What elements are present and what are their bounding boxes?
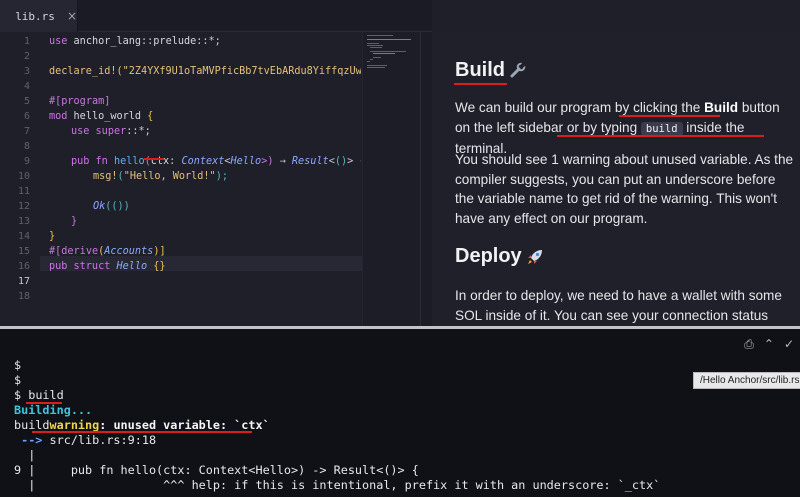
build-inline-code: build — [640, 121, 683, 136]
collapse-icon[interactable]: ⌃ — [764, 337, 774, 351]
terminal-line: | — [14, 448, 36, 462]
code-editor[interactable]: 1 2 3 4 5 6 7 8 9 10 11 12 13 14 15 16 17 18 use anchor_l… — [0, 32, 432, 326]
code-line-9: pub fn hello(ctx: Context<Hello>) → Resu… — [71, 156, 361, 167]
code-line-5: #[program] — [49, 96, 111, 107]
line-number: 13 — [17, 216, 30, 227]
code-line-6: mod hello_world { — [49, 111, 154, 122]
build-heading-underline — [454, 83, 507, 85]
line-number: 15 — [17, 246, 30, 257]
line-number: 4 — [23, 81, 30, 92]
deploy-heading: Deploy — [455, 245, 544, 268]
terminal-panel[interactable]: ⎙ ⌃ ✓ $ $ $ build Building... buildwarni… — [0, 329, 800, 497]
terminal-line: 9 | pub fn hello(ctx: Context<Hello>) ->… — [14, 463, 419, 477]
terminal-line: Building... — [14, 403, 93, 417]
editor-scrollbar[interactable] — [420, 32, 432, 326]
typing-build-underline — [557, 135, 764, 137]
code-area[interactable]: use anchor_lang::prelude::*; declare_id!… — [49, 32, 361, 326]
tab-lib-rs[interactable]: lib.rs × — [0, 0, 78, 32]
line-number: 9 — [23, 156, 30, 167]
wrench-icon — [510, 62, 526, 78]
line-number: 5 — [23, 96, 30, 107]
line-number: 16 — [17, 261, 30, 272]
deploy-paragraph: In order to deploy, we need to have a wa… — [455, 288, 782, 328]
terminal-line: $ — [14, 373, 22, 387]
code-line-17: pub struct Hello {} — [49, 261, 166, 272]
editor-tab-bar: lib.rs × — [0, 0, 432, 32]
terminal-line: $ build — [14, 388, 64, 402]
line-number: 6 — [23, 111, 30, 122]
code-line-7: use super::*; — [71, 126, 151, 137]
line-number: 17 — [17, 276, 30, 287]
rocket-icon — [527, 249, 542, 264]
close-icon[interactable]: × — [67, 9, 77, 23]
terminal-toolbar: ⎙ ⌃ ✓ — [730, 333, 800, 355]
build-heading: Build — [455, 59, 526, 82]
line-number: 18 — [17, 291, 30, 302]
ctx-underline-annotation — [144, 158, 164, 160]
code-line-10: msg!("Hello, World!"); — [93, 171, 228, 182]
line-number: 11 — [17, 186, 30, 197]
tab-label: lib.rs — [15, 9, 55, 23]
code-line-1: use anchor_lang::prelude::*; — [49, 36, 221, 47]
code-line-13: } — [71, 216, 78, 227]
terminal-line: $ — [14, 358, 22, 372]
line-number: 8 — [23, 141, 30, 152]
line-number: 12 — [17, 201, 30, 212]
line-number: 1 — [23, 36, 30, 47]
code-line-3: declare_id!("2Z4YXf9U1oTaMVPficBb7tvEbAR… — [49, 66, 361, 77]
clicking-build-underline — [619, 115, 720, 117]
check-icon[interactable]: ✓ — [784, 337, 794, 351]
code-line-12: Ok(()) — [93, 201, 130, 212]
terminal-line: | ^^^ help: if this is intentional, pref… — [14, 478, 661, 492]
line-number: 3 — [23, 66, 30, 77]
line-number-gutter: 1 2 3 4 5 6 7 8 9 10 11 12 13 14 15 16 17 18 — [0, 32, 40, 326]
line-number: 14 — [17, 231, 30, 242]
tutorial-panel: Build We can build our program by clicki… — [432, 32, 800, 328]
export-icon[interactable]: ⎙ — [744, 337, 754, 352]
line-number: 7 — [23, 126, 30, 137]
terminal-line: --> src/lib.rs:9:18 — [14, 433, 157, 447]
code-line-14: } — [49, 231, 56, 242]
line-number: 2 — [23, 51, 30, 62]
path-tooltip: /Hello Anchor/src/lib.rs — [693, 372, 800, 389]
minimap[interactable] — [362, 32, 420, 326]
line-number: 10 — [17, 171, 30, 182]
warning-paragraph: You should see 1 warning about unused va… — [455, 152, 794, 226]
code-line-16: #[derive(Accounts)] — [49, 246, 166, 257]
